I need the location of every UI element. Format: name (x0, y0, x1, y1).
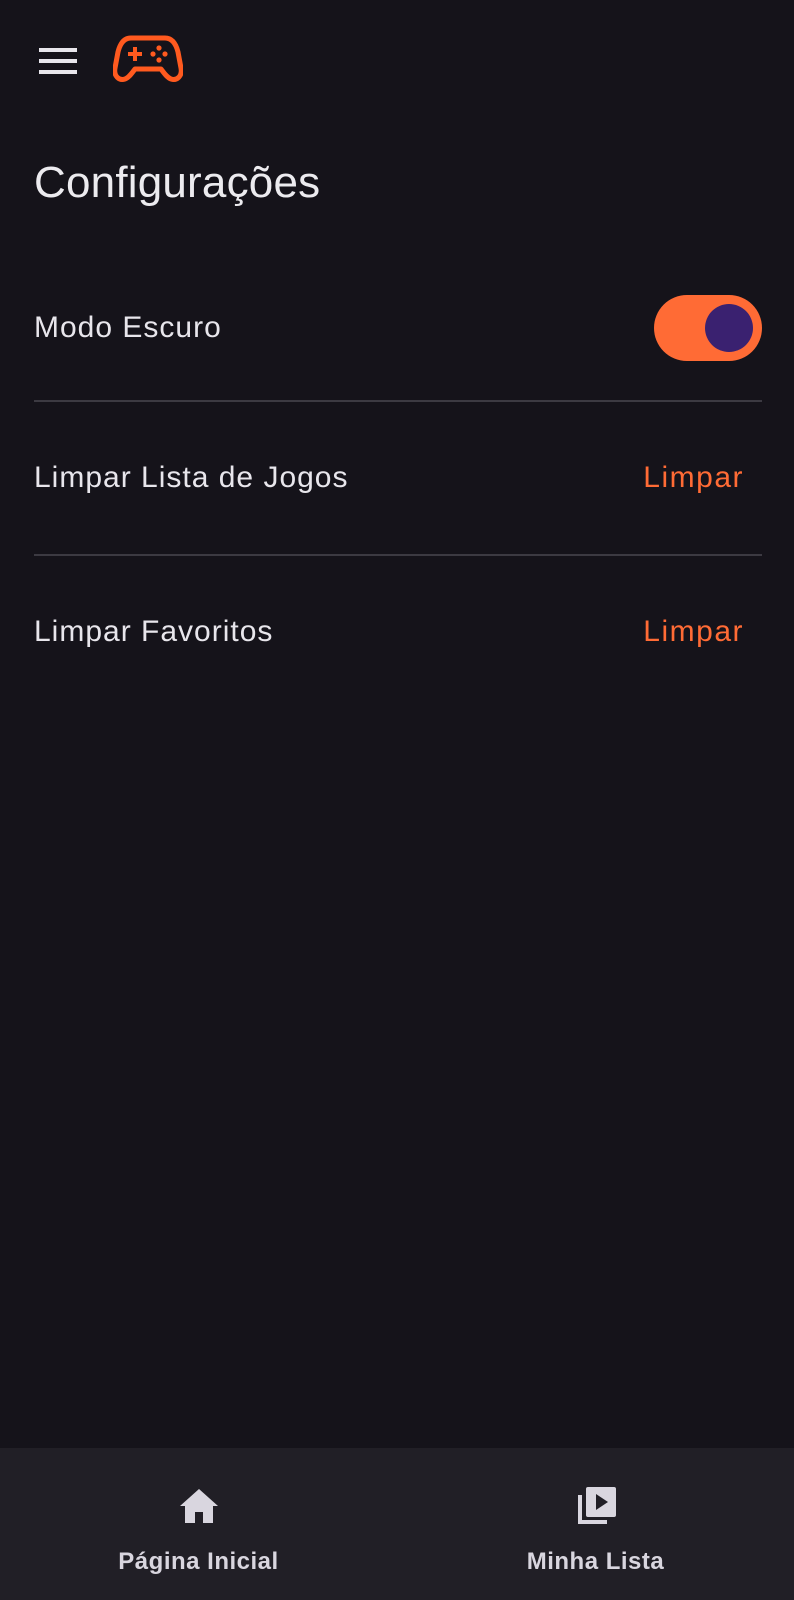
setting-clear-games: Limpar Lista de Jogos Limpar (34, 402, 762, 554)
nav-label-my-list: Minha Lista (526, 1548, 665, 1575)
toggle-knob (705, 304, 753, 352)
video-library-icon (572, 1482, 620, 1530)
clear-games-label: Limpar Lista de Jogos (34, 461, 349, 494)
menu-icon (34, 38, 82, 82)
setting-dark-mode: Modo Escuro (34, 256, 762, 400)
nav-item-my-list[interactable]: Minha Lista (397, 1448, 794, 1600)
dark-mode-toggle[interactable] (654, 295, 762, 361)
clear-favorites-button[interactable]: Limpar (643, 615, 744, 649)
setting-clear-favorites: Limpar Favoritos Limpar (34, 556, 762, 708)
home-icon (175, 1482, 223, 1530)
menu-button[interactable] (34, 38, 82, 82)
clear-favorites-label: Limpar Favoritos (34, 615, 274, 648)
nav-item-home[interactable]: Página Inicial (0, 1448, 397, 1600)
nav-label-home: Página Inicial (118, 1548, 279, 1575)
clear-games-button[interactable]: Limpar (643, 461, 744, 495)
top-app-bar (0, 0, 794, 120)
app-logo (113, 32, 183, 84)
settings-list: Modo Escuro Limpar Lista de Jogos Limpar… (34, 256, 762, 708)
page-title: Configurações (34, 158, 321, 207)
bottom-navigation: Página Inicial Minha Lista (0, 1448, 794, 1600)
dark-mode-label: Modo Escuro (34, 311, 222, 344)
gamepad-icon (113, 32, 183, 84)
